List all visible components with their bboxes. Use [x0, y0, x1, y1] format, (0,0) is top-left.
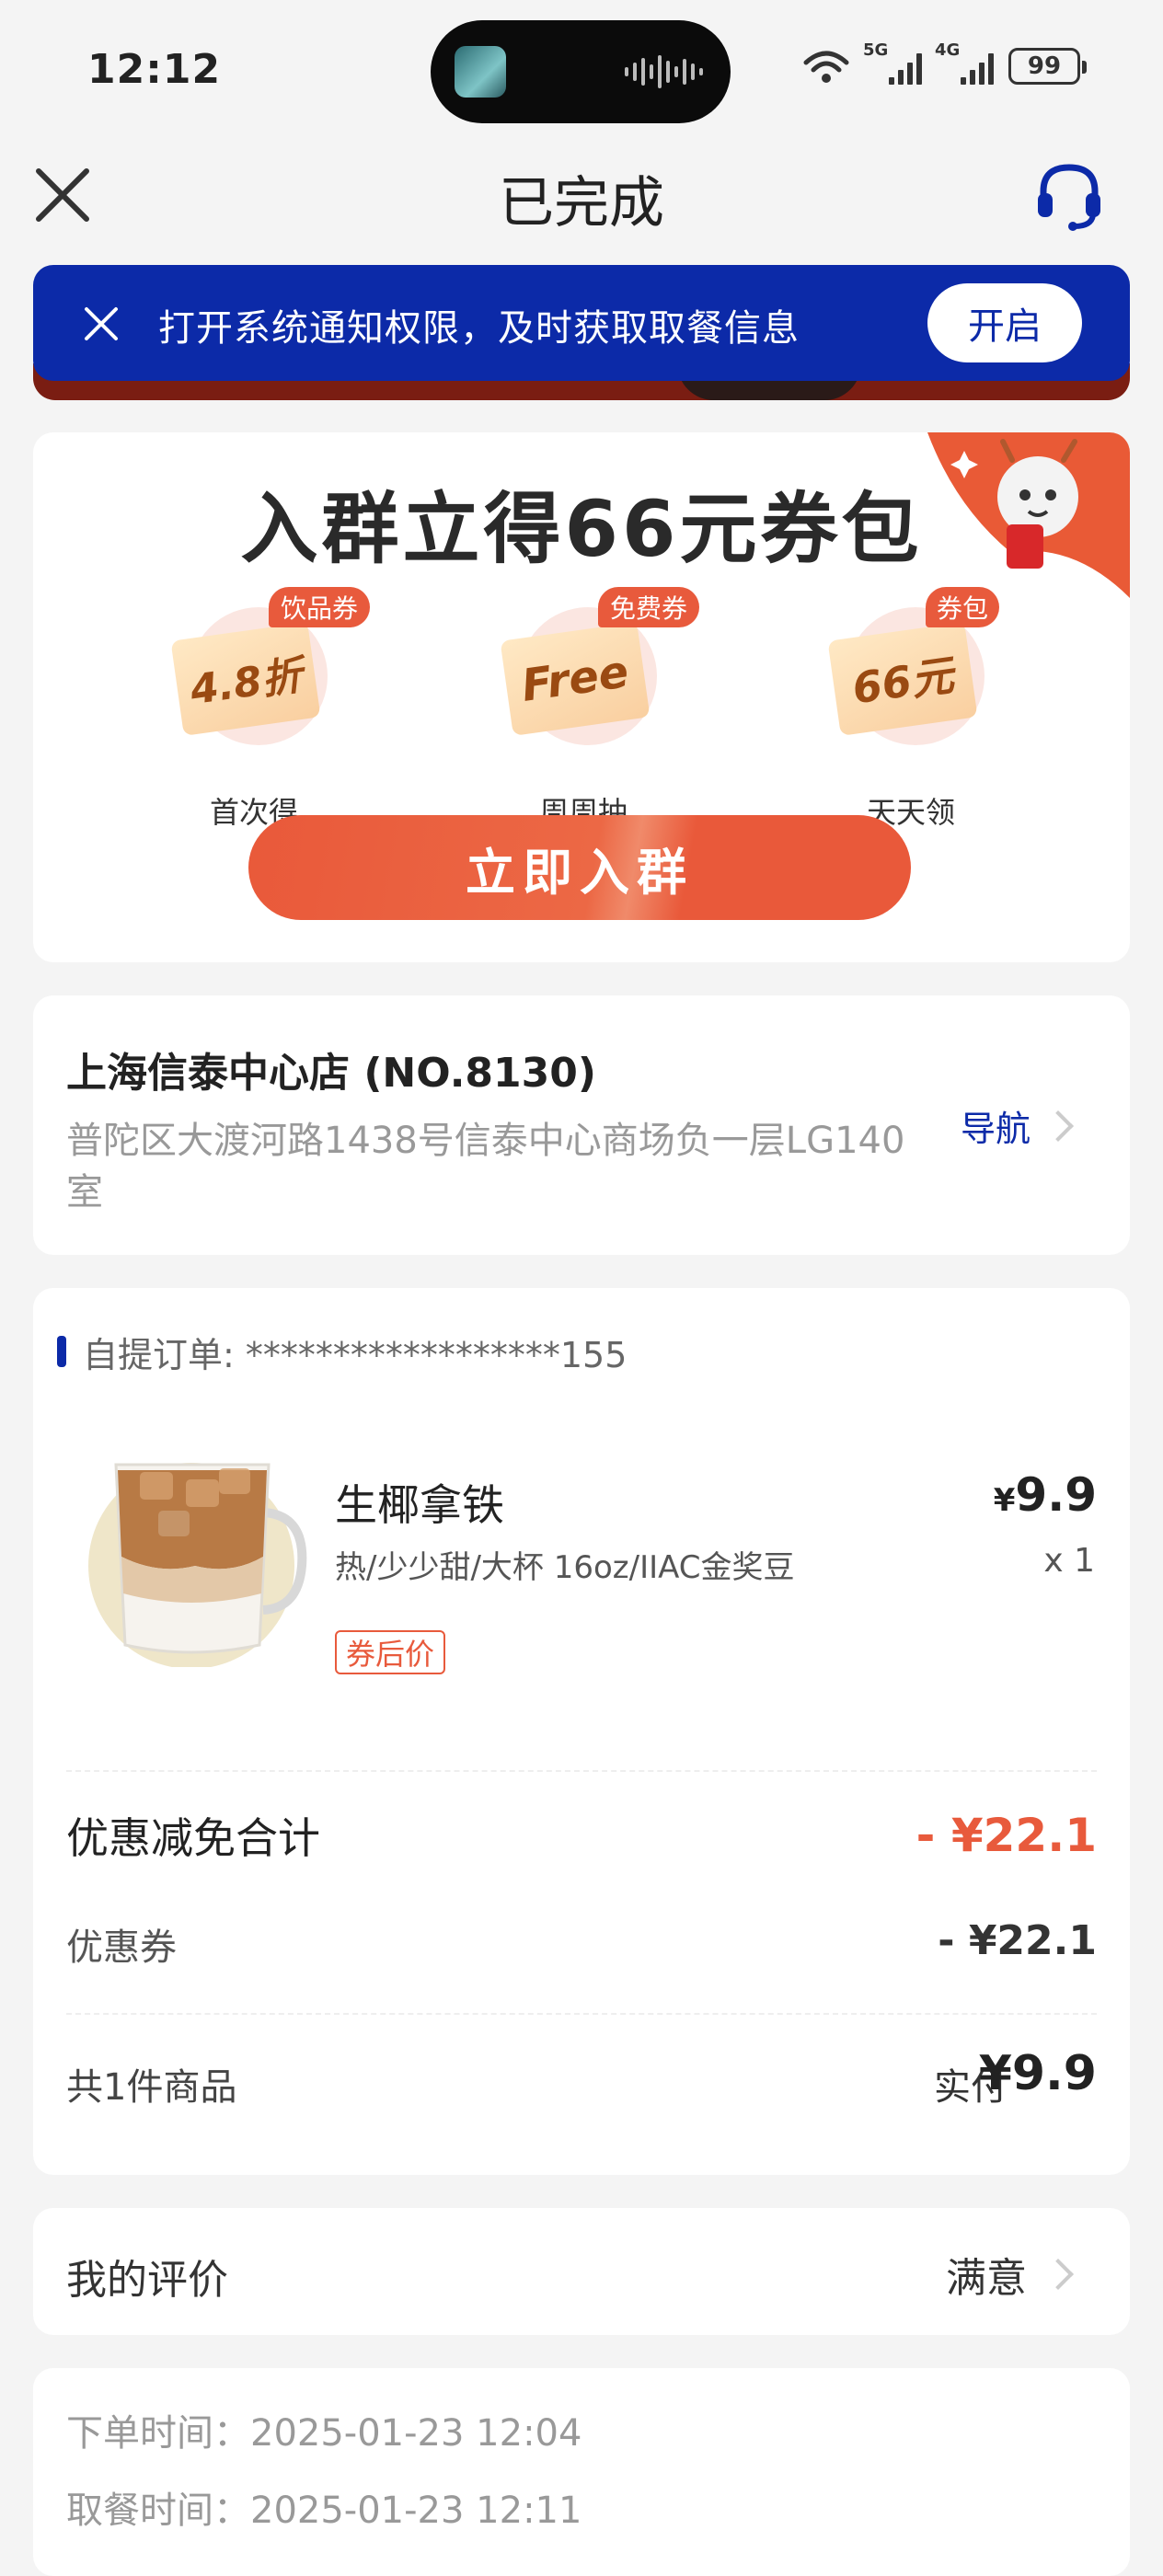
- ticket-drink-coupon[interactable]: 4.8折 饮品券 首次得: [170, 587, 370, 830]
- signal-4g-icon: 4G: [935, 40, 994, 85]
- rating-value: 满意: [946, 2255, 1027, 2302]
- banner-close-icon[interactable]: [81, 304, 121, 344]
- after-coupon-badge: 券后价: [335, 1630, 446, 1674]
- navigate-button[interactable]: 导航: [961, 1100, 1074, 1151]
- product-price: ¥9.9: [994, 1468, 1097, 1522]
- currency-symbol: ¥: [993, 1482, 1016, 1519]
- ticket-tag: 免费券: [598, 587, 699, 627]
- ticket-free-coupon[interactable]: Free 免费券 周周抽: [500, 587, 699, 830]
- product-quantity: x 1: [1043, 1542, 1095, 1580]
- ticket-tag: 饮品券: [269, 587, 370, 627]
- chevron-right-icon: [1042, 2259, 1074, 2290]
- join-group-button[interactable]: 立即入群: [248, 815, 911, 920]
- navigate-label: 导航: [961, 1109, 1031, 1149]
- ticket-face: Free: [500, 622, 651, 736]
- media-thumbnail: [455, 46, 506, 98]
- ticket-face: 4.8折: [170, 622, 321, 736]
- wifi-icon: [803, 51, 849, 83]
- order-time: 下单时间：2025-01-23 12:04: [66, 2412, 582, 2455]
- discount-total-label: 优惠减免合计: [66, 1813, 320, 1863]
- status-time: 12:12: [87, 46, 222, 93]
- audio-wave-icon: [625, 53, 703, 90]
- divider: [66, 2013, 1097, 2015]
- product-image: [88, 1463, 307, 1667]
- order-times-card: [33, 2368, 1130, 2576]
- section-marker: [57, 1336, 66, 1367]
- paid-value: ¥9.9: [978, 2046, 1097, 2101]
- promo-title: 入群立得66元券包: [240, 484, 923, 574]
- ticket-coupon-pack[interactable]: 66元 券包 天天领: [827, 587, 1003, 830]
- pickup-time: 取餐时间：2025-01-23 12:11: [66, 2490, 582, 2532]
- dynamic-island: [431, 20, 731, 123]
- discount-total-value: - ¥22.1: [915, 1809, 1097, 1862]
- order-card: [33, 1288, 1130, 2175]
- order-id: 自提订单: ******************155: [83, 1335, 628, 1375]
- page-title: 已完成: [499, 171, 664, 236]
- rating-value-group[interactable]: 满意: [946, 2245, 1074, 2304]
- product-name: 生椰拿铁: [335, 1480, 504, 1530]
- enable-notifications-button[interactable]: 开启: [927, 283, 1082, 362]
- battery-icon: 99: [1008, 48, 1087, 85]
- status-icons: 5G 4G 99: [802, 40, 1087, 85]
- coupon-value: - ¥22.1: [938, 1917, 1097, 1964]
- signal-5g-icon: 5G: [863, 40, 922, 85]
- ticket-face: 66元: [827, 622, 978, 736]
- item-count: 共1件商品: [66, 2066, 237, 2109]
- ticket-tag: 券包: [926, 587, 999, 627]
- price-value: 9.9: [1015, 1468, 1097, 1522]
- rating-label: 我的评价: [66, 2257, 228, 2304]
- banner-text: 打开系统通知权限，及时获取取餐信息: [158, 307, 800, 350]
- store-address: 普陀区大渡河路1438号信泰中心商场负一层LG140室: [66, 1120, 905, 1213]
- divider: [66, 1770, 1097, 1772]
- store-name: 上海信泰中心店 (NO.8130): [66, 1050, 596, 1097]
- chevron-right-icon: [1042, 1110, 1074, 1142]
- headset-icon[interactable]: [1031, 156, 1108, 234]
- coupon-label: 优惠券: [66, 1926, 177, 1969]
- product-options: 热/少少甜/大杯 16oz/IIAC金奖豆: [335, 1549, 795, 1586]
